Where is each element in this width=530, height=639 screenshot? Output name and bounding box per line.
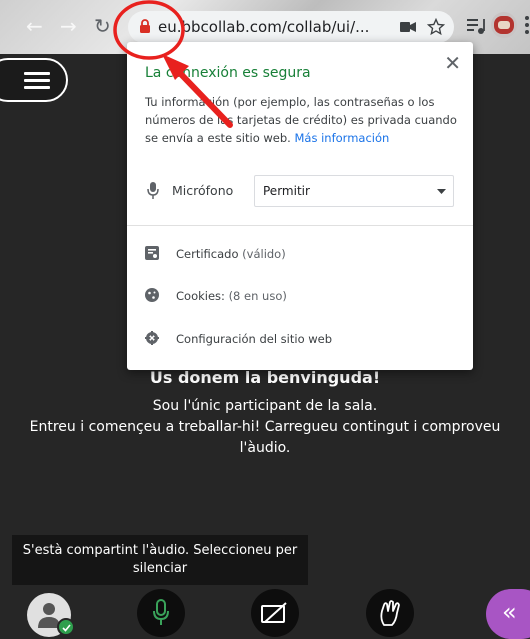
popup-title: La connexión es segura xyxy=(145,65,311,81)
audio-sharing-tooltip: S'està compartint l'àudio. Seleccioneu p… xyxy=(12,535,308,585)
url-text[interactable]: eu.bbcollab.com/collab/ui/... xyxy=(158,18,369,36)
cookies-label: Cookies: (8 en uso) xyxy=(176,289,287,303)
cookies-label-main: Cookies: xyxy=(176,289,225,303)
microphone-label: Micrófono xyxy=(172,183,234,198)
popup-divider xyxy=(127,225,473,226)
forward-icon[interactable]: → xyxy=(60,16,77,36)
more-info-link[interactable]: Más información xyxy=(294,131,389,145)
menu-icon xyxy=(24,72,50,75)
cookie-icon xyxy=(145,288,159,302)
bookmark-star-icon[interactable] xyxy=(427,18,445,36)
my-status-button[interactable] xyxy=(27,593,75,637)
microphone-button[interactable] xyxy=(137,589,185,637)
welcome-body: Sou l'únic participant de la sala. Entre… xyxy=(0,396,530,459)
gear-icon xyxy=(145,331,159,345)
reload-icon[interactable]: ↻ xyxy=(94,16,111,36)
back-icon[interactable]: ← xyxy=(26,16,43,36)
microphone-icon xyxy=(147,182,159,199)
camera-off-icon xyxy=(261,602,287,623)
permission-value: Permitir xyxy=(263,184,310,198)
cookies-label-sub: (8 en uso) xyxy=(228,289,287,303)
menu-icon-bar xyxy=(24,86,50,89)
certificate-icon xyxy=(145,246,159,260)
certificate-label: Certificado (válido) xyxy=(176,247,286,261)
more-menu-icon[interactable] xyxy=(512,10,530,40)
welcome-message: Us donem la benvinguda! Sou l'únic parti… xyxy=(0,366,530,459)
camera-toggle-button[interactable] xyxy=(251,589,299,637)
address-bar[interactable]: eu.bbcollab.com/collab/ui/... xyxy=(128,11,454,43)
raise-hand-icon xyxy=(380,600,400,626)
site-settings-label: Configuración del sitio web xyxy=(176,332,333,346)
welcome-line-2: Entreu i començeu a treballar-hi! Carreg… xyxy=(29,419,501,456)
menu-icon-bar xyxy=(24,79,50,82)
camera-icon[interactable] xyxy=(400,21,416,33)
open-panel-button[interactable]: « xyxy=(486,589,530,639)
media-control-icon[interactable] xyxy=(460,10,490,40)
certificate-row[interactable]: Certificado (válido) xyxy=(145,244,455,266)
certificate-label-sub: (válido) xyxy=(242,247,286,261)
dropdown-arrow-icon xyxy=(437,189,446,194)
close-icon[interactable]: ✕ xyxy=(444,51,461,75)
cookies-row[interactable]: Cookies: (8 en uso) xyxy=(145,286,455,308)
microphone-icon xyxy=(153,599,169,625)
welcome-line-1: Sou l'únic participant de la sala. xyxy=(152,398,378,414)
chevron-left-icon: « xyxy=(502,598,517,626)
lock-icon[interactable] xyxy=(139,19,151,34)
microphone-permission-row: Micrófono Permitir xyxy=(145,175,465,207)
session-menu-button[interactable] xyxy=(0,58,68,102)
raise-hand-button[interactable] xyxy=(366,589,414,637)
certificate-label-main: Certificado xyxy=(176,247,239,261)
popup-description: Tu información (por ejemplo, las contras… xyxy=(145,93,465,147)
site-info-popup: La connexión es segura ✕ Tu información … xyxy=(127,42,473,370)
site-settings-row[interactable]: Configuración del sitio web xyxy=(145,329,455,351)
status-check-icon xyxy=(57,618,75,636)
microphone-permission-select[interactable]: Permitir xyxy=(254,175,454,207)
